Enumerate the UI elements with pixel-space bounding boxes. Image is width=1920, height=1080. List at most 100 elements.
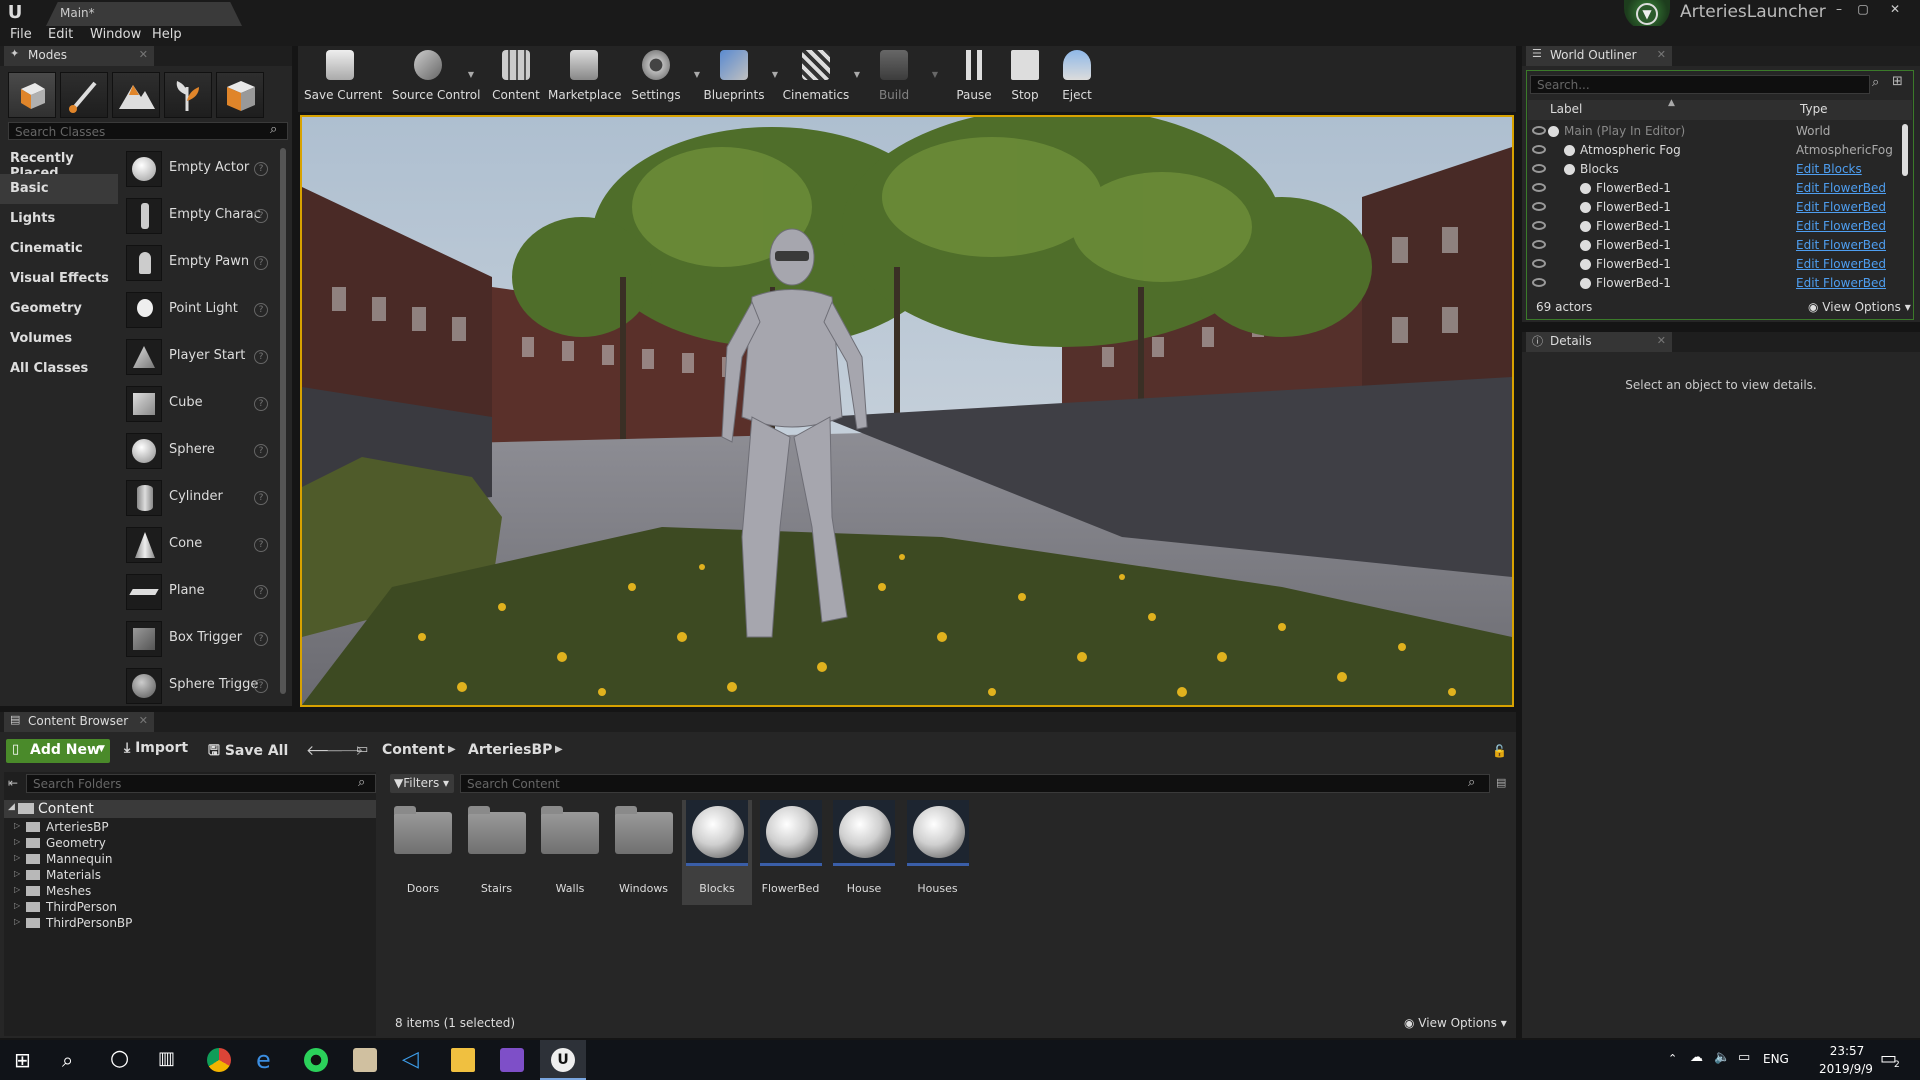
close-tab-icon[interactable]: ✕	[1657, 48, 1666, 61]
help-icon[interactable]: ?	[254, 303, 268, 317]
placeables-scrollbar[interactable]	[280, 148, 286, 694]
place-item-empty-actor[interactable]: Empty Actor?	[124, 146, 274, 192]
tree-root-row[interactable]: ◢ Content	[4, 800, 376, 818]
outliner-row[interactable]: FlowerBed-1 Edit FlowerBed	[1528, 179, 1912, 198]
expand-arrow-icon[interactable]: ▷	[14, 917, 20, 926]
asset-tile[interactable]: Stairs	[462, 800, 532, 905]
column-type[interactable]: Type	[1800, 102, 1828, 116]
category-cinematic[interactable]: Cinematic	[0, 234, 118, 264]
edit-actor-link[interactable]: Edit FlowerBed	[1796, 200, 1886, 214]
visibility-eye-icon[interactable]	[1532, 126, 1546, 135]
place-item-sphere[interactable]: Sphere?	[124, 428, 274, 474]
settings-button[interactable]: Settings ▼	[620, 48, 700, 104]
add-folder-icon[interactable]: ⊞	[1892, 74, 1910, 92]
breadcrumb-separator-icon[interactable]: ▶	[555, 744, 563, 755]
breadcrumb-content[interactable]: Content	[382, 742, 445, 758]
expand-arrow-icon[interactable]: ▷	[14, 885, 20, 894]
expand-arrow-icon[interactable]: ▷	[14, 837, 20, 846]
visibility-eye-icon[interactable]	[1532, 145, 1546, 154]
toggle-sources-icon[interactable]: ⇤	[8, 776, 18, 790]
battery-icon[interactable]: ▭	[1738, 1050, 1750, 1065]
category-all-classes[interactable]: All Classes	[0, 354, 118, 384]
search-icon[interactable]: ⌕	[62, 1048, 73, 1072]
help-icon[interactable]: ?	[254, 256, 268, 270]
cinematics-button[interactable]: Cinematics ▼	[780, 48, 860, 104]
place-item-plane[interactable]: Plane?	[124, 569, 274, 615]
tree-folder-item[interactable]: ▷ ArteriesBP	[14, 820, 109, 836]
outliner-search-input[interactable]: Search...	[1530, 75, 1870, 94]
search-classes-input[interactable]: Search Classes	[8, 122, 288, 140]
outliner-row[interactable]: FlowerBed-1 Edit FlowerBed	[1528, 198, 1912, 217]
close-tab-icon[interactable]: ✕	[1657, 334, 1666, 347]
windows-start-icon[interactable]: ⊞	[14, 1048, 31, 1072]
place-item-sphere-trigger[interactable]: Sphere Trigge?	[124, 663, 274, 704]
place-item-cube[interactable]: Cube?	[124, 381, 274, 427]
blueprints-button[interactable]: Blueprints ▼	[698, 48, 778, 104]
outliner-scrollbar[interactable]	[1902, 124, 1908, 176]
menu-file[interactable]: File	[10, 27, 32, 42]
lock-icon[interactable]: 🔓	[1492, 744, 1507, 758]
place-item-empty-pawn[interactable]: Empty Pawn?	[124, 240, 274, 286]
help-icon[interactable]: ?	[254, 491, 268, 505]
help-icon[interactable]: ?	[254, 444, 268, 458]
marketplace-button[interactable]: Marketplace	[548, 48, 622, 104]
help-icon[interactable]: ?	[254, 209, 268, 223]
visibility-eye-icon[interactable]	[1532, 164, 1546, 173]
sublime-text-icon[interactable]	[353, 1048, 377, 1072]
outliner-row[interactable]: FlowerBed-1 Edit FlowerBed	[1528, 236, 1912, 255]
task-view-icon[interactable]: ▥	[158, 1048, 175, 1069]
help-icon[interactable]: ?	[254, 350, 268, 364]
build-button[interactable]: Build ▼	[858, 48, 938, 104]
category-geometry[interactable]: Geometry	[0, 294, 118, 324]
edit-actor-link[interactable]: Edit FlowerBed	[1796, 257, 1886, 271]
category-visual-effects[interactable]: Visual Effects	[0, 264, 118, 294]
vscode-icon[interactable]: ◁	[402, 1048, 426, 1072]
menu-edit[interactable]: Edit	[48, 27, 73, 42]
place-item-empty-character[interactable]: Empty Charac?	[124, 193, 274, 239]
search-content-input[interactable]: Search Content	[460, 774, 1490, 793]
volume-icon[interactable]: 🔈	[1714, 1050, 1730, 1065]
outliner-row[interactable]: Atmospheric Fog AtmosphericFog	[1528, 141, 1912, 160]
landscape-mode-button[interactable]	[112, 72, 160, 118]
visibility-eye-icon[interactable]	[1532, 259, 1546, 268]
close-tab-icon[interactable]: ✕	[139, 48, 148, 61]
outliner-row[interactable]: Blocks Edit Blocks	[1528, 160, 1912, 179]
visual-studio-icon[interactable]	[500, 1048, 524, 1072]
add-new-button[interactable]: ▯ Add New ▼	[6, 739, 110, 763]
paint-mode-button[interactable]	[60, 72, 108, 118]
help-icon[interactable]: ?	[254, 679, 268, 693]
breadcrumb-separator-icon[interactable]: ▶	[448, 744, 456, 755]
visibility-eye-icon[interactable]	[1532, 240, 1546, 249]
document-tab[interactable]: Main*	[46, 2, 242, 26]
tree-folder-item[interactable]: ▷ Mannequin	[14, 852, 112, 868]
save-current-button[interactable]: Save Current	[304, 48, 382, 104]
content-button[interactable]: Content	[480, 48, 552, 104]
outliner-row[interactable]: Main (Play In Editor) World	[1528, 122, 1912, 141]
clock-time[interactable]: 23:57	[1812, 1044, 1882, 1058]
cortana-icon[interactable]: ○	[110, 1046, 129, 1071]
save-search-icon[interactable]: ▤	[1496, 776, 1506, 789]
search-folders-input[interactable]: Search Folders	[26, 774, 376, 793]
category-volumes[interactable]: Volumes	[0, 324, 118, 354]
spotify-icon[interactable]	[304, 1048, 328, 1072]
visibility-eye-icon[interactable]	[1532, 183, 1546, 192]
visibility-eye-icon[interactable]	[1532, 278, 1546, 287]
tree-folder-item[interactable]: ▷ Materials	[14, 868, 101, 884]
eject-button[interactable]: Eject	[1041, 48, 1113, 104]
content-view-options[interactable]: ◉ View Options ▾	[1404, 1016, 1507, 1030]
clock-date[interactable]: 2019/9/9	[1800, 1062, 1892, 1076]
expand-arrow-icon[interactable]: ▷	[14, 869, 20, 878]
breadcrumb-arteriesbp[interactable]: ArteriesBP	[468, 742, 552, 758]
edit-actor-link[interactable]: Edit Blocks	[1796, 162, 1862, 176]
outliner-view-options[interactable]: ◉ View Options ▾	[1808, 300, 1911, 314]
place-item-box-trigger[interactable]: Box Trigger?	[124, 616, 274, 662]
asset-tile[interactable]: Doors	[388, 800, 458, 905]
place-item-point-light[interactable]: Point Light?	[124, 287, 274, 333]
edit-actor-link[interactable]: Edit FlowerBed	[1796, 276, 1886, 290]
help-icon[interactable]: ?	[254, 397, 268, 411]
tree-folder-item[interactable]: ▷ ThirdPersonBP	[14, 916, 132, 932]
unreal-taskbar-button[interactable]: U	[540, 1040, 586, 1080]
chrome-icon[interactable]	[207, 1048, 231, 1072]
help-icon[interactable]: ?	[254, 538, 268, 552]
menu-window[interactable]: Window	[90, 27, 141, 42]
